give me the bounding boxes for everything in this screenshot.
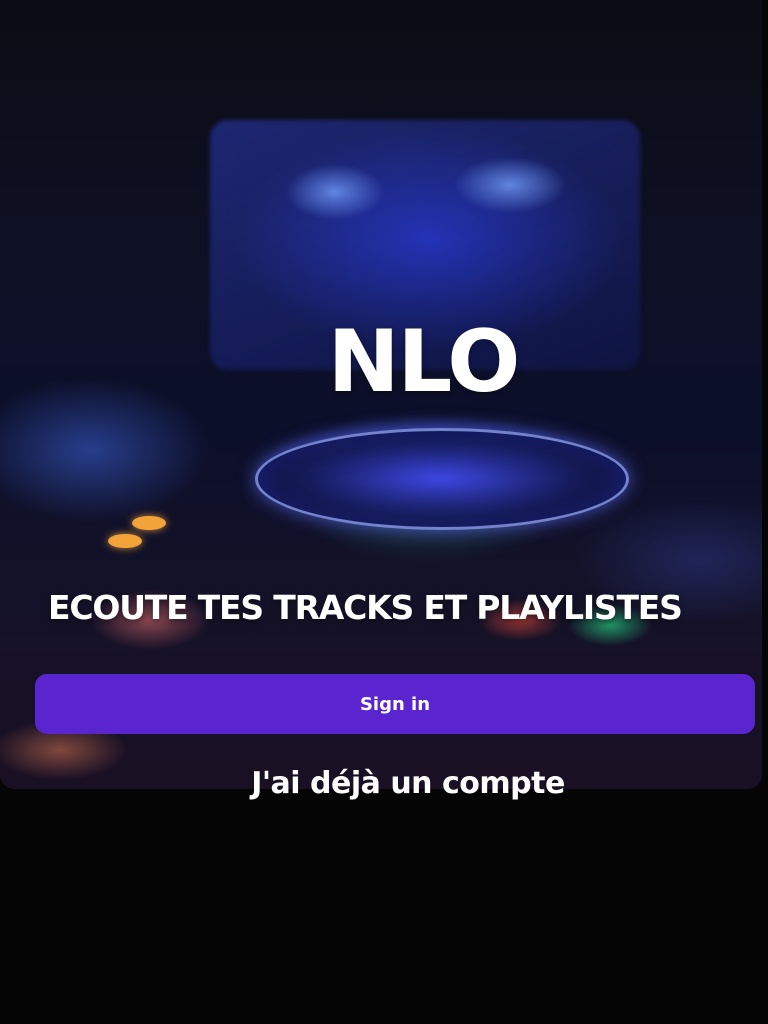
tagline: ECOUTE TES TRACKS ET PLAYLISTES bbox=[48, 588, 683, 627]
app-logo-title: NLO bbox=[327, 312, 521, 412]
sign-in-button[interactable]: Sign in bbox=[35, 674, 755, 734]
mixer-knob bbox=[108, 534, 142, 548]
welcome-screen: NLO ECOUTE TES TRACKS ET PLAYLISTES Sign… bbox=[0, 0, 768, 1024]
mixer-knob bbox=[132, 516, 166, 530]
turntable-platter bbox=[255, 428, 629, 530]
existing-account-link[interactable]: J'ai déjà un compte bbox=[0, 762, 768, 806]
